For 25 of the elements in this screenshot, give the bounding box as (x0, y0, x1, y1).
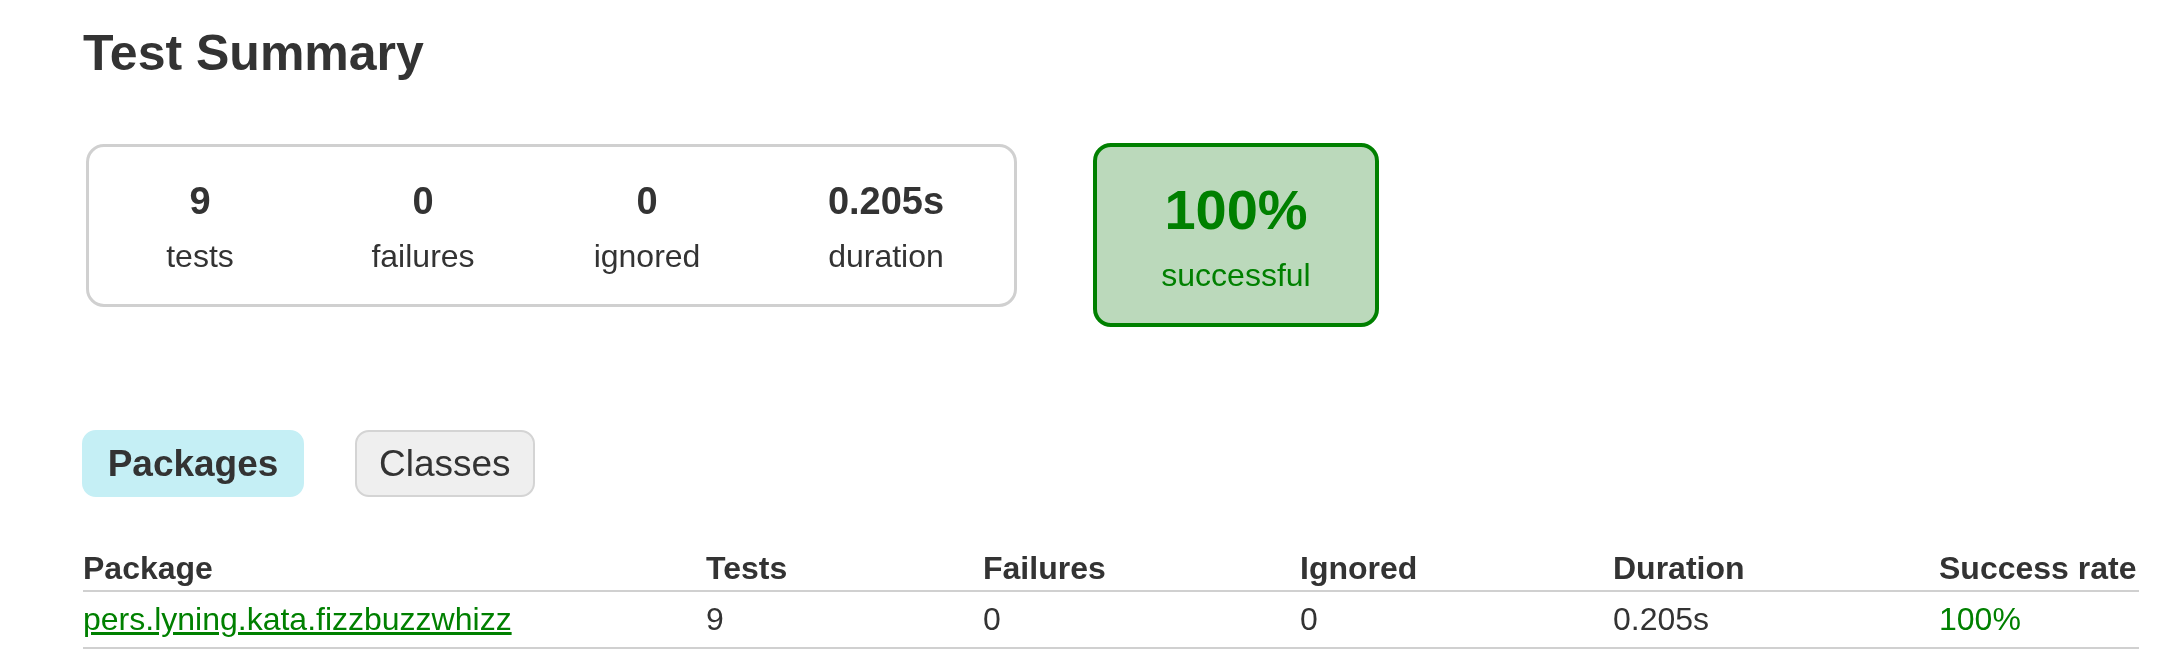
success-rate-label: successful (1161, 256, 1311, 295)
column-header: Ignored (1300, 549, 1418, 588)
counter-value: 0 (412, 179, 434, 223)
package-link[interactable]: pers.lyning.kata.fizzbuzzwhizz (83, 599, 512, 639)
column-header: Failures (983, 549, 1106, 588)
page-title: Test Summary (83, 24, 424, 82)
table-cell-text: 0 (1300, 600, 1318, 639)
counter-value: 0 (636, 179, 658, 223)
counter-value: 9 (189, 179, 211, 223)
column-header: Package (83, 549, 213, 588)
success-rate-cell-text: 100% (1939, 600, 2021, 639)
counter-label: duration (828, 237, 944, 276)
column-header: Duration (1613, 549, 1745, 588)
counter-label: failures (371, 237, 475, 276)
counter-label: tests (166, 237, 234, 276)
column-header: Success rate (1939, 549, 2137, 588)
success-rate-value: 100% (1164, 178, 1308, 242)
table-cell-text: 9 (706, 600, 724, 639)
table-cell-text: 0.205s (1613, 600, 1710, 639)
table-cell-text: 0 (983, 600, 1001, 639)
column-header: Tests (706, 549, 788, 588)
tab[interactable]: Classes (355, 430, 535, 497)
counter-value: 0.205s (827, 179, 945, 223)
counter-label: ignored (593, 237, 701, 276)
tab[interactable]: Packages (82, 430, 304, 497)
